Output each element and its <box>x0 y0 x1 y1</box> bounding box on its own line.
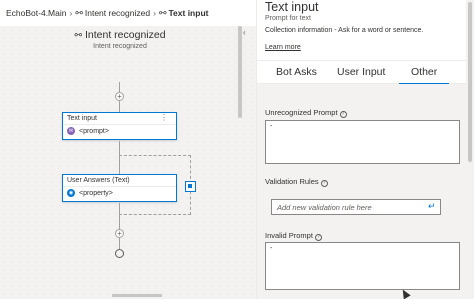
end-node-icon <box>115 249 124 258</box>
user-answers-node[interactable]: User Answers (Text) ◉ <property> <box>62 174 177 202</box>
node-body: ◉ <property> <box>63 187 176 199</box>
unrecognized-prompt-field[interactable]: - <box>265 120 460 164</box>
help-icon[interactable]: ? <box>339 111 347 118</box>
more-options-icon[interactable]: ⋮ <box>160 113 168 122</box>
other-tab-content: Unrecognized Prompt? - Validation Rules?… <box>257 84 467 299</box>
node-body: ✉ <prompt> <box>63 125 176 137</box>
tab-other[interactable]: Other <box>411 66 437 78</box>
trigger-icon: ⚯ <box>158 7 167 18</box>
chevron-right-icon: › <box>153 8 156 18</box>
panel-title: Text input <box>265 0 319 14</box>
breadcrumb-root[interactable]: EchoBot-4.Main <box>6 8 66 18</box>
scroll-thumb[interactable] <box>468 2 472 162</box>
unrecognized-prompt-label: Unrecognized Prompt? <box>265 108 347 118</box>
panel-scrollbar[interactable] <box>466 0 474 299</box>
chevron-right-icon: › <box>69 8 73 18</box>
unrecognized-prompt-label-text: Unrecognized Prompt <box>265 108 338 117</box>
validation-rule-input[interactable]: Add new validation rule here <box>271 199 441 215</box>
node-header-text: Text input <box>67 115 97 122</box>
scroll-thumb[interactable] <box>238 26 242 118</box>
invalid-prompt-label-text: Invalid Prompt <box>265 231 313 240</box>
trigger-title-text: Intent recognized <box>84 29 166 41</box>
tab-bot-asks[interactable]: Bot Asks <box>276 66 317 78</box>
panel-description: Collection information - Ask for a word … <box>265 27 424 34</box>
invalid-prompt-label: Invalid Prompt? <box>265 231 322 241</box>
panel-subtitle: Prompt for text <box>265 15 311 22</box>
learn-more-link[interactable]: Learn more <box>265 44 301 51</box>
breadcrumb: EchoBot-4.Main › ⚯ Intent recognized › ⚯… <box>0 0 256 26</box>
add-step-icon[interactable]: + <box>115 92 124 101</box>
validation-rules-label-text: Validation Rules <box>265 177 319 186</box>
tab-user-input[interactable]: User Input <box>337 66 385 78</box>
trigger-icon: ⚯ <box>75 7 83 18</box>
property-icon: ◉ <box>67 189 75 197</box>
add-step-icon[interactable]: + <box>115 229 124 238</box>
prompt-icon: ✉ <box>67 127 75 135</box>
help-icon[interactable]: ? <box>314 234 322 241</box>
node-header: Text input ⋮ <box>63 113 176 125</box>
trigger-title[interactable]: ⚯ Intent recognized <box>60 29 180 41</box>
text-input-node[interactable]: Text input ⋮ ✉ <prompt> <box>62 112 177 140</box>
flow-connector <box>119 203 120 249</box>
canvas-horizontal-scrollbar[interactable] <box>0 292 256 299</box>
collapse-icon[interactable]: ‹ <box>243 28 246 37</box>
trigger-icon: ⚯ <box>74 30 82 40</box>
trigger-subtitle: Intent recognized <box>93 43 147 50</box>
node-header-text: User Answers (Text) <box>67 177 130 184</box>
scroll-thumb[interactable] <box>112 294 162 297</box>
breadcrumb-trigger[interactable]: Intent recognized <box>85 8 150 18</box>
panel-tabs: Bot Asks User Input Other <box>257 60 467 85</box>
node-body-text: <property> <box>79 189 113 197</box>
breadcrumb-current: Text input <box>168 8 209 18</box>
help-icon[interactable]: ? <box>320 180 328 187</box>
validation-rules-label: Validation Rules? <box>265 177 328 187</box>
node-body-text: <prompt> <box>79 127 109 135</box>
canvas-vertical-scrollbar[interactable] <box>237 26 243 299</box>
invalid-prompt-field[interactable]: - <box>265 242 460 290</box>
property-panel: Text input Prompt for text Collection in… <box>256 0 474 299</box>
node-header: User Answers (Text) <box>63 175 176 187</box>
enter-icon[interactable]: ↵ <box>428 201 436 212</box>
side-port-icon[interactable] <box>185 181 196 192</box>
